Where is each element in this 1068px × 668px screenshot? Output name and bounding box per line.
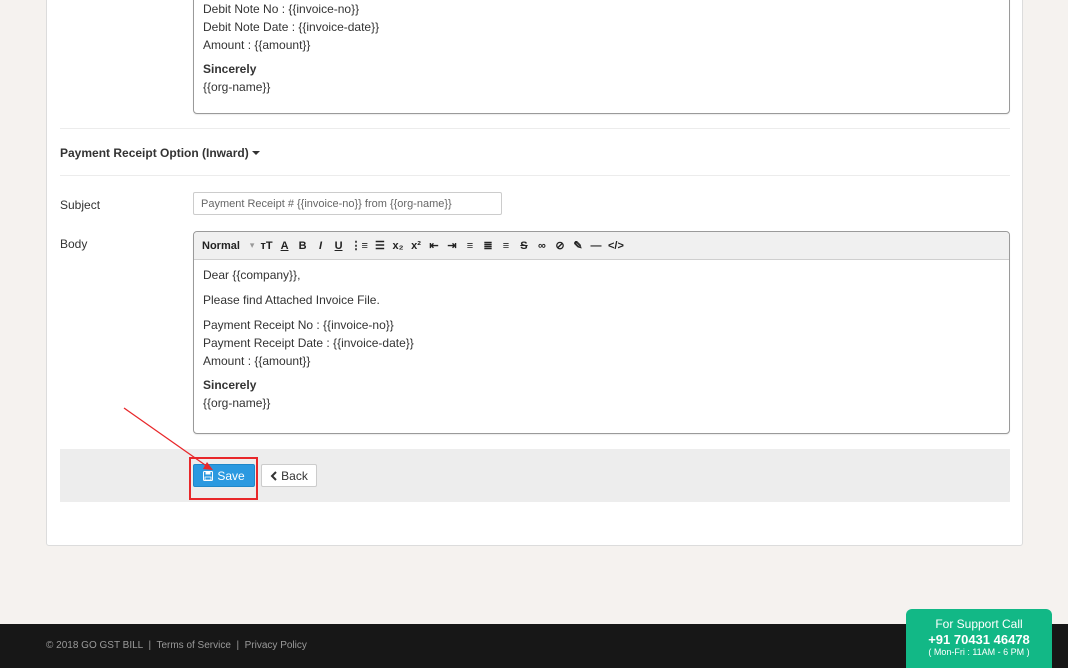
- terms-link[interactable]: Terms of Service: [156, 640, 230, 651]
- debit-note-line: Debit Note Date : {{invoice-date}}: [203, 20, 380, 34]
- payment-receipt-body-editor[interactable]: Normal ▾ тT A B I U ⋮≡ ☰ x₂ x² ⇤ ⇥ ≡ ≣ ≡ S ∞ ⊘ ✎ — </> Dear…: [193, 231, 1010, 434]
- subscript-icon[interactable]: x₂: [392, 236, 404, 256]
- align-center-icon[interactable]: ≣: [482, 236, 494, 256]
- footer-copyright: © 2018 GO GST BILL: [46, 640, 143, 651]
- support-call-badge[interactable]: For Support Call +91 70431 46478 ( Mon-F…: [906, 609, 1052, 668]
- footer-separator: |: [236, 640, 240, 651]
- debit-note-line: Debit Note No : {{invoice-no}}: [203, 2, 360, 16]
- indent-right-icon[interactable]: ⇥: [446, 236, 458, 256]
- debit-note-signoff: Sincerely: [203, 62, 257, 76]
- caret-down-icon: [251, 151, 260, 155]
- subject-label: Subject: [60, 198, 101, 212]
- font-color-icon[interactable]: A: [279, 236, 291, 256]
- strikethrough-icon[interactable]: S: [518, 236, 530, 256]
- debit-note-line: Amount : {{amount}}: [203, 38, 311, 52]
- debit-note-org: {{org-name}}: [203, 80, 271, 94]
- section-title: Payment Receipt Option (Inward): [60, 146, 249, 160]
- footer-separator: |: [148, 640, 152, 651]
- section-divider: [60, 175, 1010, 176]
- bullet-list-icon[interactable]: ☰: [374, 236, 386, 256]
- subject-input[interactable]: [193, 192, 502, 215]
- align-left-icon[interactable]: ≡: [464, 236, 476, 256]
- align-right-icon[interactable]: ≡: [500, 236, 512, 256]
- editor-toolbar: Normal ▾ тT A B I U ⋮≡ ☰ x₂ x² ⇤ ⇥ ≡ ≣ ≡ S ∞ ⊘ ✎ — </>: [194, 232, 1009, 260]
- annotation-highlight-box: [189, 457, 258, 500]
- payment-line: Amount : {{amount}}: [203, 354, 311, 368]
- payment-intro: Please find Attached Invoice File.: [203, 293, 380, 307]
- privacy-link[interactable]: Privacy Policy: [245, 640, 307, 651]
- back-button-label: Back: [281, 468, 308, 483]
- source-code-icon[interactable]: </>: [608, 236, 624, 256]
- format-select-value: Normal: [202, 239, 240, 252]
- underline-icon[interactable]: U: [333, 236, 345, 256]
- payment-line: Payment Receipt No : {{invoice-no}}: [203, 318, 394, 332]
- support-title: For Support Call: [935, 617, 1023, 631]
- section-divider: [60, 128, 1010, 129]
- link-icon[interactable]: ∞: [536, 236, 548, 256]
- font-size-icon[interactable]: тT: [260, 236, 272, 256]
- footer-links: © 2018 GO GST BILL | Terms of Service | …: [46, 640, 307, 651]
- support-hours: ( Mon-Fri : 11AM - 6 PM ): [928, 647, 1030, 657]
- ordered-list-icon[interactable]: ⋮≡: [351, 236, 368, 256]
- superscript-icon[interactable]: x²: [410, 236, 422, 256]
- indent-left-icon[interactable]: ⇤: [428, 236, 440, 256]
- payment-greeting: Dear {{company}},: [203, 268, 301, 282]
- toolbar-buttons: тT A B I U ⋮≡ ☰ x₂ x² ⇤ ⇥ ≡ ≣ ≡ S ∞ ⊘ ✎ — </>: [260, 236, 629, 256]
- support-phone: +91 70431 46478: [928, 632, 1030, 647]
- bold-icon[interactable]: B: [297, 236, 309, 256]
- clear-format-icon[interactable]: ✎: [572, 236, 584, 256]
- chevron-left-icon: [270, 470, 277, 481]
- italic-icon[interactable]: I: [315, 236, 327, 256]
- payment-line: Payment Receipt Date : {{invoice-date}}: [203, 336, 414, 350]
- back-button[interactable]: Back: [261, 464, 317, 487]
- unlink-icon[interactable]: ⊘: [554, 236, 566, 256]
- payment-signoff: Sincerely: [203, 378, 257, 392]
- dropdown-arrow-icon: ▾: [249, 240, 255, 250]
- payment-org: {{org-name}}: [203, 396, 271, 410]
- payment-receipt-section-toggle[interactable]: Payment Receipt Option (Inward): [60, 146, 260, 160]
- debit-note-body-editor[interactable]: Debit Note No : {{invoice-no}} Debit Not…: [193, 0, 1010, 114]
- body-label: Body: [60, 237, 88, 251]
- horizontal-rule-icon[interactable]: —: [590, 236, 602, 256]
- format-select[interactable]: Normal: [202, 236, 240, 256]
